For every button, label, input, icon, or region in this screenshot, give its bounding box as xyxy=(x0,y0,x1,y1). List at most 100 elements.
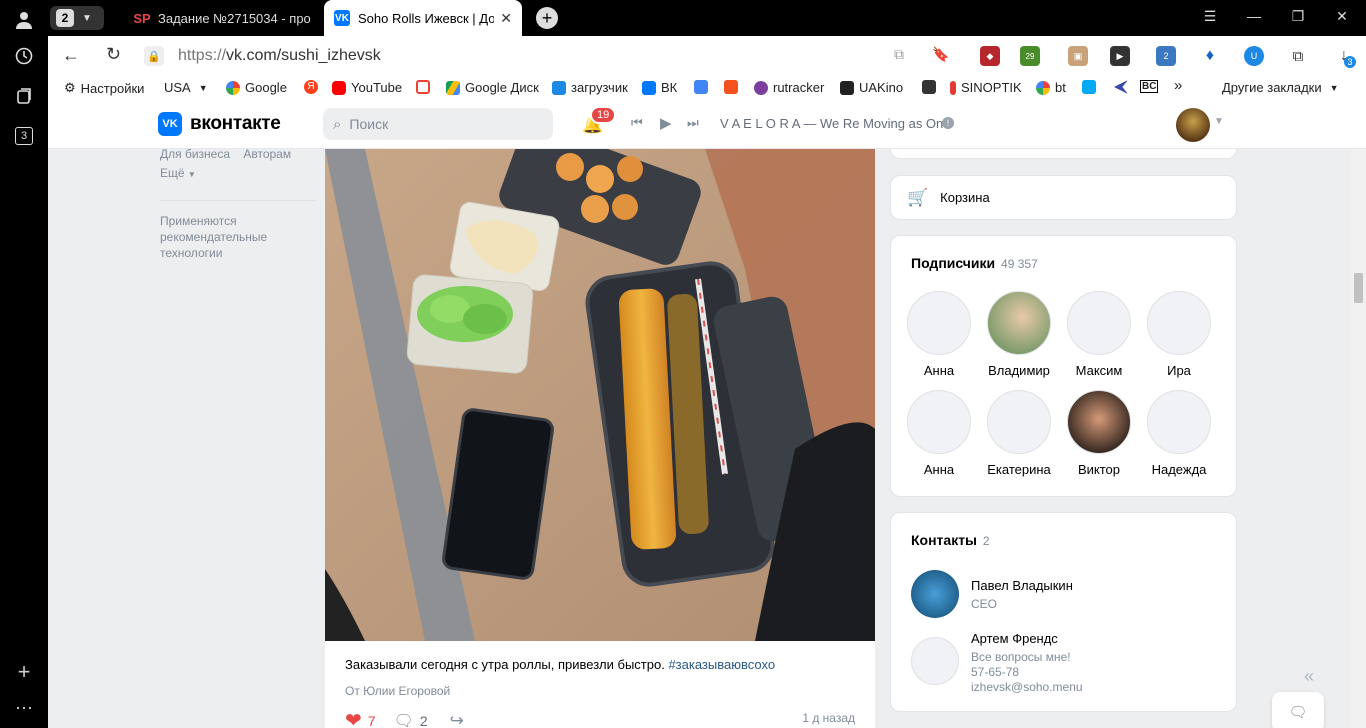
contact-avatar[interactable] xyxy=(911,570,959,618)
vk-page: Для бизнеса Авторам Ещё ▼ Применяются ре… xyxy=(48,149,1350,728)
bookmark-vk[interactable]: ВК xyxy=(642,80,677,95)
cart-card[interactable]: 🛒 Корзина xyxy=(890,175,1237,220)
authors-link[interactable]: Авторам xyxy=(243,149,291,161)
restore-icon[interactable]: ❐ xyxy=(1288,8,1308,25)
avatar xyxy=(1147,291,1211,355)
messages-button[interactable]: 🗨 xyxy=(1272,692,1324,728)
tab-soho-rolls[interactable]: VK Soho Rolls Ижевск | Дос ✕ xyxy=(324,0,522,36)
bookmark-gmail[interactable] xyxy=(416,80,430,94)
history-icon[interactable] xyxy=(12,44,36,68)
post-time[interactable]: 1 д назад xyxy=(802,711,855,725)
bookmark-label: YouTube xyxy=(351,80,403,95)
back-icon[interactable]: ← xyxy=(62,45,80,66)
bookmark-arrow[interactable] xyxy=(1114,80,1128,94)
menu-icon[interactable]: ☰ xyxy=(1200,8,1220,25)
extensions-icon[interactable]: ⧉ xyxy=(1288,46,1308,66)
more-icon[interactable]: ⋯ xyxy=(12,696,36,720)
u-shield-extension-icon[interactable]: U xyxy=(1244,46,1264,66)
collapse-icon[interactable]: « xyxy=(1304,666,1314,687)
post-photo[interactable] xyxy=(325,149,875,641)
heart-icon[interactable]: ❤ xyxy=(345,708,362,728)
more-link[interactable]: Ещё ▼ xyxy=(160,166,315,180)
bookmark-icon[interactable]: 🔖 xyxy=(932,46,949,63)
translate-icon[interactable]: ⧉ xyxy=(894,46,904,63)
bookmark-google[interactable]: Google xyxy=(226,80,287,95)
profile-icon[interactable] xyxy=(12,8,36,32)
prev-track-icon[interactable]: ⏮ xyxy=(631,115,643,131)
subscriber[interactable]: Екатерина xyxy=(984,390,1054,477)
tabs-count-icon[interactable]: 3 xyxy=(12,124,36,148)
comment-icon[interactable]: 🗨 xyxy=(394,711,414,728)
contacts-header[interactable]: Контакты 2 xyxy=(911,532,990,548)
more-label: Ещё xyxy=(160,166,185,180)
play-icon[interactable]: ▶ xyxy=(660,114,672,132)
subscriber[interactable]: Надежда xyxy=(1144,390,1214,477)
subscriber[interactable]: Ира xyxy=(1144,291,1214,378)
close-window-icon[interactable]: ✕ xyxy=(1332,8,1352,25)
lock-icon[interactable]: 🔒 xyxy=(144,46,164,66)
diamond-extension-icon[interactable]: ♦ xyxy=(1200,46,1220,66)
puzzle-extension-icon[interactable]: ▶ xyxy=(1110,46,1130,66)
collections-icon[interactable] xyxy=(12,84,36,108)
contact-item[interactable]: Артем Френдс Все вопросы мне! 57-65-78 i… xyxy=(971,631,1083,695)
bookmark-bc[interactable]: BC xyxy=(1140,80,1159,93)
subscriber[interactable]: Владимир xyxy=(984,291,1054,378)
bookmark-bt[interactable]: bt xyxy=(1036,80,1066,95)
bookmark-horse[interactable] xyxy=(922,80,936,94)
share-icon[interactable]: ↪ xyxy=(450,711,464,728)
add-icon[interactable]: + xyxy=(12,659,36,684)
bookmark-yandex[interactable]: Я xyxy=(304,80,318,94)
player-track-title[interactable]: V A E L O R A — We Re Moving as One xyxy=(720,116,951,131)
gmail-icon xyxy=(416,80,430,94)
bookmark-youtube[interactable]: YouTube xyxy=(332,80,402,95)
url-field[interactable]: 🔒 https:// vk.com/sushi_izhevsk xyxy=(144,41,924,71)
downloads-badge: 3 xyxy=(1344,56,1356,68)
subscriber[interactable]: Анна xyxy=(904,291,974,378)
subscriber[interactable]: Виктор xyxy=(1064,390,1134,477)
subscriber[interactable]: Максим xyxy=(1064,291,1134,378)
tab-label: Задание №2715034 - про xyxy=(158,10,311,26)
bookmarks-overflow-button[interactable]: » xyxy=(1174,77,1182,94)
reload-icon[interactable]: ↻ xyxy=(106,44,121,65)
minimize-icon[interactable]: — xyxy=(1244,8,1264,24)
bookmark-sinoptik[interactable]: SINOPTIK xyxy=(950,80,1022,95)
chevron-down-icon[interactable]: ▼ xyxy=(1214,116,1224,127)
vk-icon xyxy=(642,80,656,95)
search-input[interactable]: ⌕ Поиск xyxy=(323,108,553,140)
info-icon[interactable]: ! xyxy=(942,117,954,129)
chevron-down-icon: ▼ xyxy=(1329,82,1339,93)
contact-avatar[interactable] xyxy=(911,637,959,685)
bookmark-google-drive[interactable]: Google Диск xyxy=(446,80,539,95)
scrollbar-thumb[interactable] xyxy=(1354,273,1363,303)
new-tab-button[interactable]: + xyxy=(536,7,558,29)
bookmark-p[interactable] xyxy=(1082,80,1096,94)
calendar-extension-icon[interactable]: 29 xyxy=(1020,46,1040,66)
post-author[interactable]: От Юлии Егоровой xyxy=(345,684,450,698)
tab-count-badge: 2 xyxy=(56,9,74,27)
post-hashtag[interactable]: #заказываювсохо xyxy=(668,657,775,672)
business-link[interactable]: Для бизнеса xyxy=(160,149,230,161)
page-scrollbar[interactable] xyxy=(1350,149,1366,728)
contact-item[interactable]: Павел Владыкин CEO xyxy=(971,578,1073,611)
shield-extension-icon[interactable]: ◆ xyxy=(980,46,1000,66)
weather-extension-icon[interactable]: 2 xyxy=(1156,46,1176,66)
user-avatar[interactable] xyxy=(1176,108,1210,142)
bookmark-translate[interactable] xyxy=(694,80,708,94)
close-tab-icon[interactable]: ✕ xyxy=(500,10,512,27)
bookmark-other[interactable]: Другие закладки ▼ xyxy=(1222,80,1339,95)
browser-side-rail: 3 + ⋯ xyxy=(0,0,48,728)
bookmark-uakino[interactable]: UAKino xyxy=(840,80,903,95)
bookmark-settings[interactable]: ⚙ Настройки xyxy=(64,80,144,96)
vk-logo[interactable]: VK вконтакте xyxy=(158,112,281,136)
bookmark-loader[interactable]: загрузчик xyxy=(552,80,628,95)
next-track-icon[interactable]: ⏭ xyxy=(687,115,699,131)
bookmark-f[interactable] xyxy=(724,80,738,94)
bookmark-rutracker[interactable]: rutracker xyxy=(754,80,824,95)
cat-extension-icon[interactable]: ▣ xyxy=(1068,46,1088,66)
subscriber[interactable]: Анна xyxy=(904,390,974,477)
bookmark-usa[interactable]: USA ▼ xyxy=(164,80,208,95)
tab-group-button[interactable]: 2 ▼ xyxy=(50,6,104,30)
subscribers-header[interactable]: Подписчики 49 357 xyxy=(911,255,1038,271)
tab-task[interactable]: SP Задание №2715034 - про xyxy=(124,0,324,36)
recommendation-note[interactable]: Применяются рекомендательные технологии xyxy=(160,213,300,261)
